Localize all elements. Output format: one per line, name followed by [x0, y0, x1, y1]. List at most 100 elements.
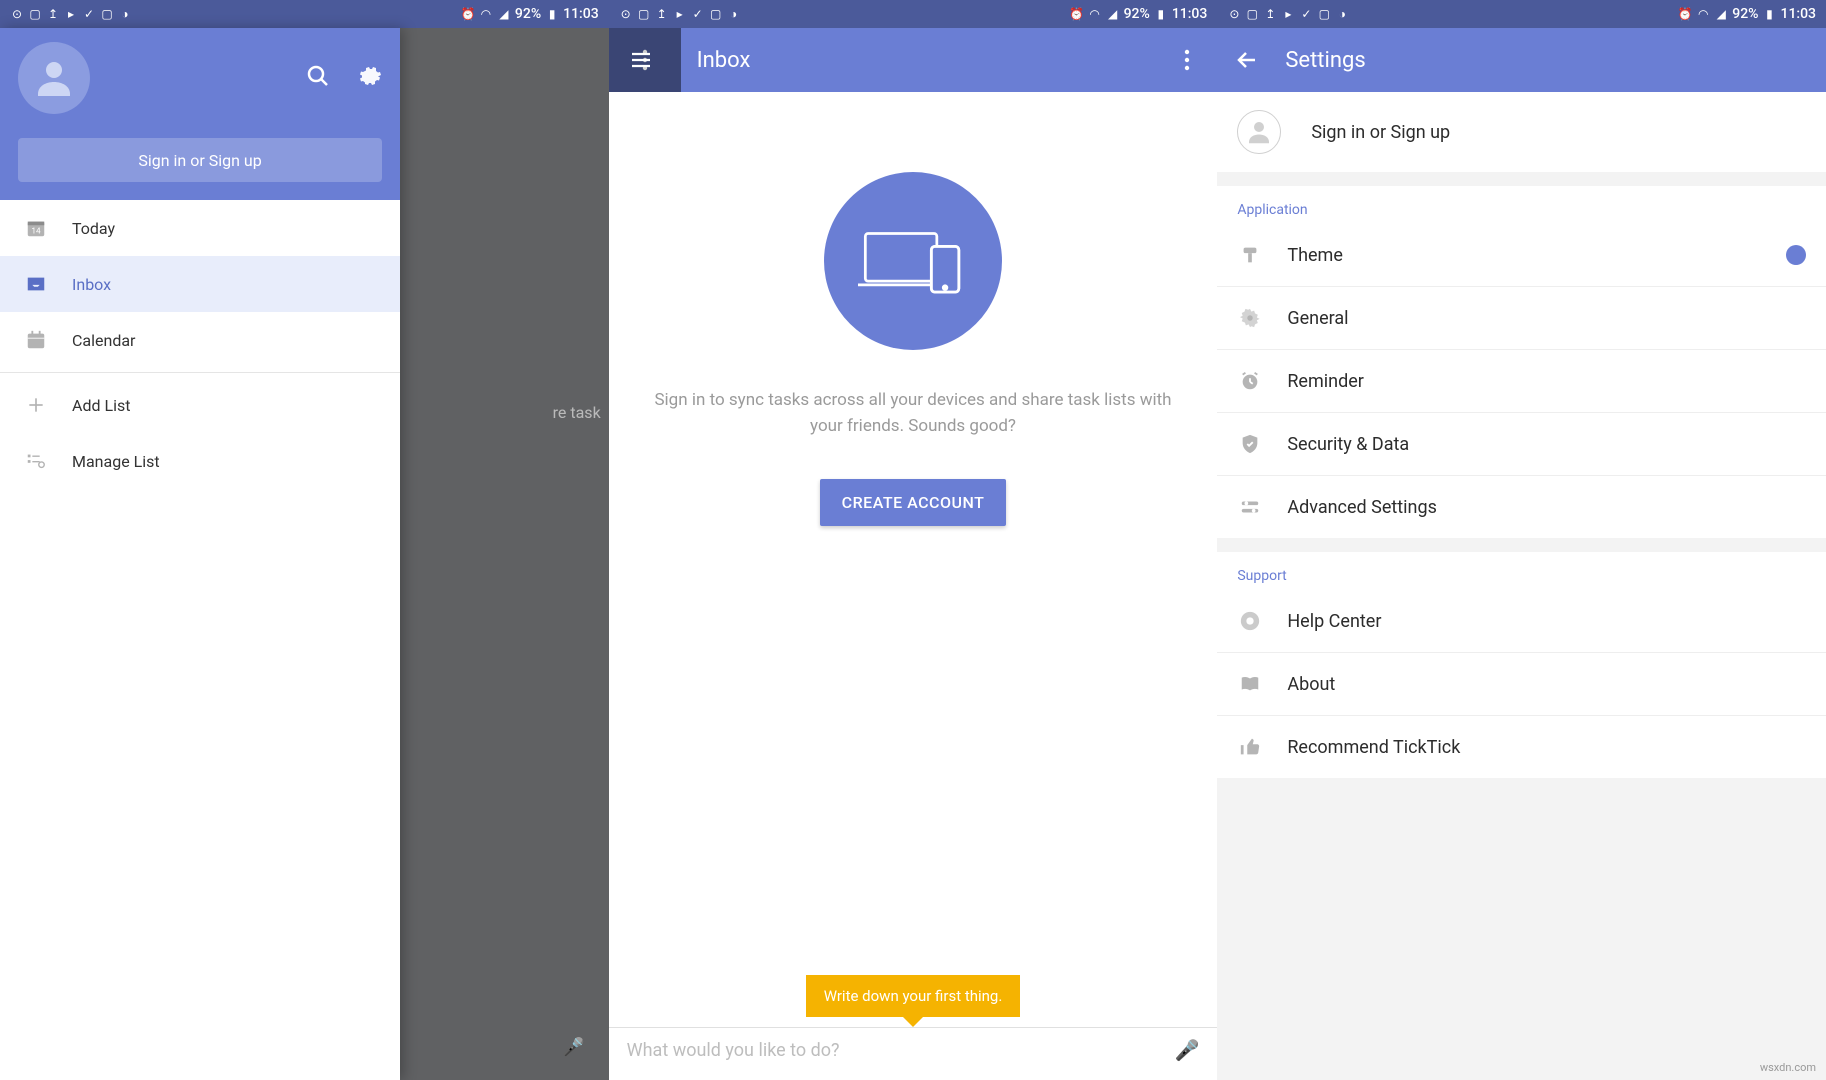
nav-label: Manage List	[72, 452, 160, 471]
check-icon: ✓	[1299, 7, 1313, 21]
page-title: Inbox	[697, 48, 1150, 73]
row-label: About	[1287, 674, 1806, 695]
quick-add-input[interactable]	[627, 1040, 1161, 1061]
row-theme[interactable]: Theme	[1217, 224, 1826, 287]
compass-icon: ◑	[118, 7, 132, 21]
picture-icon: ▢	[709, 7, 723, 21]
row-security[interactable]: Security & Data	[1217, 413, 1826, 476]
theme-icon	[1237, 242, 1263, 268]
picture-icon: ▢	[100, 7, 114, 21]
row-advanced[interactable]: Advanced Settings	[1217, 476, 1826, 538]
nav-today[interactable]: 14 Today	[0, 200, 400, 256]
calendar-today-icon: 14	[24, 216, 48, 240]
row-label: Recommend TickTick	[1287, 737, 1806, 758]
svg-text:14: 14	[31, 227, 41, 237]
check-icon: ✓	[691, 7, 705, 21]
row-general[interactable]: General	[1217, 287, 1826, 350]
compass-icon: ◑	[727, 7, 741, 21]
compass-icon: ◑	[1335, 7, 1349, 21]
tooltip-label: Write down your first thing.	[806, 975, 1021, 1017]
gear-icon[interactable]	[358, 64, 382, 92]
section-application: Application	[1217, 186, 1826, 224]
alarm-icon: ⊙	[619, 7, 633, 21]
signal-icon: ◢	[1106, 7, 1120, 21]
row-reminder[interactable]: Reminder	[1217, 350, 1826, 413]
help-icon	[1237, 608, 1263, 634]
upload-icon: ↥	[46, 7, 60, 21]
row-label: Help Center	[1287, 611, 1806, 632]
clock-icon: ⏰	[1070, 7, 1084, 21]
nav-label: Inbox	[72, 275, 111, 294]
plus-icon	[24, 393, 48, 417]
mic-icon: 🎤	[562, 1037, 584, 1058]
hamburger-icon[interactable]	[627, 46, 655, 74]
nav-label: Today	[72, 219, 115, 238]
quick-add-row: 🎤	[609, 1027, 1218, 1080]
clock-icon: ⏰	[1678, 7, 1692, 21]
inbox-empty-body: Sign in to sync tasks across all your de…	[609, 92, 1218, 1080]
nav-inbox[interactable]: Inbox	[0, 256, 400, 312]
signin-button[interactable]: Sign in or Sign up	[18, 138, 382, 182]
nav-manage-list[interactable]: Manage List	[0, 433, 400, 489]
back-icon[interactable]	[1233, 46, 1261, 74]
play-icon: ▸	[673, 7, 687, 21]
nav-calendar[interactable]: Calendar	[0, 312, 400, 368]
status-bar: ⊙ ▢ ↥ ▸ ✓ ▢ ◑ ⏰ ◠ ◢ 92% ▮ 11:03	[1217, 0, 1826, 28]
sync-hero-icon	[824, 172, 1002, 350]
row-label: Reminder	[1287, 371, 1806, 392]
battery-icon: ▮	[545, 7, 559, 21]
app-bar: Settings	[1217, 28, 1826, 92]
create-account-button[interactable]: CREATE ACCOUNT	[820, 479, 1007, 526]
row-label: Security & Data	[1287, 434, 1806, 455]
status-bar: ⊙ ▢ ↥ ▸ ✓ ▢ ◑ ⏰ ◠ ◢ 92% ▮ 11:03	[0, 0, 609, 28]
drawer-header: Sign in or Sign up	[0, 28, 400, 200]
battery-icon: ▮	[1762, 7, 1776, 21]
upload-icon: ↥	[655, 7, 669, 21]
manage-list-icon	[24, 449, 48, 473]
calendar-icon	[24, 328, 48, 352]
wifi-icon: ◠	[479, 7, 493, 21]
status-time: 11:03	[1172, 6, 1208, 22]
nav-add-list[interactable]: Add List	[0, 377, 400, 433]
alarm-icon: ⊙	[10, 7, 24, 21]
avatar[interactable]	[18, 42, 90, 114]
onboarding-tooltip: Write down your first thing.	[806, 975, 1021, 1017]
wifi-icon: ◠	[1088, 7, 1102, 21]
book-icon	[1237, 671, 1263, 697]
section-support: Support	[1217, 552, 1826, 590]
row-about[interactable]: About	[1217, 653, 1826, 716]
avatar-icon	[1237, 110, 1281, 154]
background-text-peek: re task	[553, 403, 601, 422]
battery-percent: 92%	[1124, 6, 1150, 22]
wifi-icon: ◠	[1696, 7, 1710, 21]
play-icon: ▸	[1281, 7, 1295, 21]
row-label: General	[1287, 308, 1806, 329]
status-time: 11:03	[1780, 6, 1816, 22]
battery-percent: 92%	[1732, 6, 1758, 22]
divider	[0, 372, 400, 373]
phone-3: ⊙ ▢ ↥ ▸ ✓ ▢ ◑ ⏰ ◠ ◢ 92% ▮ 11:03 Settings	[1217, 0, 1826, 1080]
thumbs-up-icon	[1237, 734, 1263, 760]
battery-percent: 92%	[515, 6, 541, 22]
signin-row[interactable]: Sign in or Sign up	[1217, 92, 1826, 172]
theme-color-dot	[1786, 245, 1806, 265]
row-label: Sign in or Sign up	[1311, 122, 1806, 143]
mic-icon[interactable]: 🎤	[1174, 1038, 1199, 1062]
row-recommend[interactable]: Recommend TickTick	[1217, 716, 1826, 778]
search-icon[interactable]	[306, 64, 330, 92]
signal-icon: ◢	[497, 7, 511, 21]
image-icon: ▢	[1245, 7, 1259, 21]
nav-label: Calendar	[72, 331, 135, 350]
more-icon[interactable]	[1173, 46, 1201, 74]
image-icon: ▢	[637, 7, 651, 21]
watermark: wsxdn.com	[1760, 1061, 1816, 1074]
row-help-center[interactable]: Help Center	[1217, 590, 1826, 653]
inbox-icon	[24, 272, 48, 296]
shield-icon	[1237, 431, 1263, 457]
alarm-clock-icon	[1237, 368, 1263, 394]
hero-message: Sign in to sync tasks across all your de…	[609, 388, 1218, 439]
image-icon: ▢	[28, 7, 42, 21]
nav-list: 14 Today Inbox Calendar	[0, 200, 400, 489]
sliders-icon	[1237, 494, 1263, 520]
row-label: Advanced Settings	[1287, 497, 1806, 518]
